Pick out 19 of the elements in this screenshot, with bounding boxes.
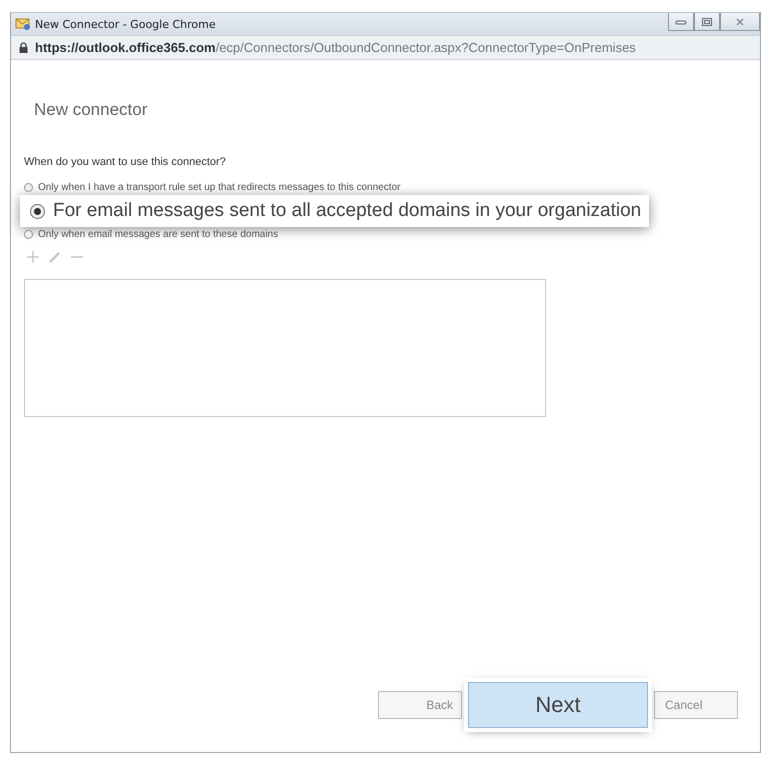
address-bar[interactable]: https://outlook.office365.com/ecp/Connectors/OutboundConnector.aspx?ConnectorType=OnPremises [11, 35, 760, 60]
close-icon [735, 16, 745, 26]
lock-icon [19, 42, 28, 53]
envelope-icon [15, 17, 31, 31]
radio-button[interactable] [24, 230, 33, 239]
maximize-button[interactable] [694, 13, 720, 31]
radio-option[interactable]: For email messages sent to all accepted domains in your organization [20, 195, 650, 227]
radio-option[interactable]: Only when email messages are sent to these domains [24, 229, 444, 240]
close-button[interactable] [720, 13, 760, 31]
page-title: New connector [34, 100, 148, 120]
radio-button[interactable] [30, 204, 45, 218]
minimize-icon [675, 18, 687, 26]
radio-button[interactable] [24, 183, 33, 192]
maximize-icon [701, 16, 713, 26]
minimize-button[interactable] [668, 13, 694, 31]
radio-option[interactable]: Only when I have a transport rule set up that redirects messages to this connector [24, 182, 444, 193]
question-label: When do you want to use this connector? [24, 156, 227, 168]
window-title: New Connector - Google Chrome [35, 18, 217, 30]
url-text: https://outlook.office365.com/ecp/Connectors/OutboundConnector.aspx?ConnectorType=OnPremises [35, 40, 636, 55]
